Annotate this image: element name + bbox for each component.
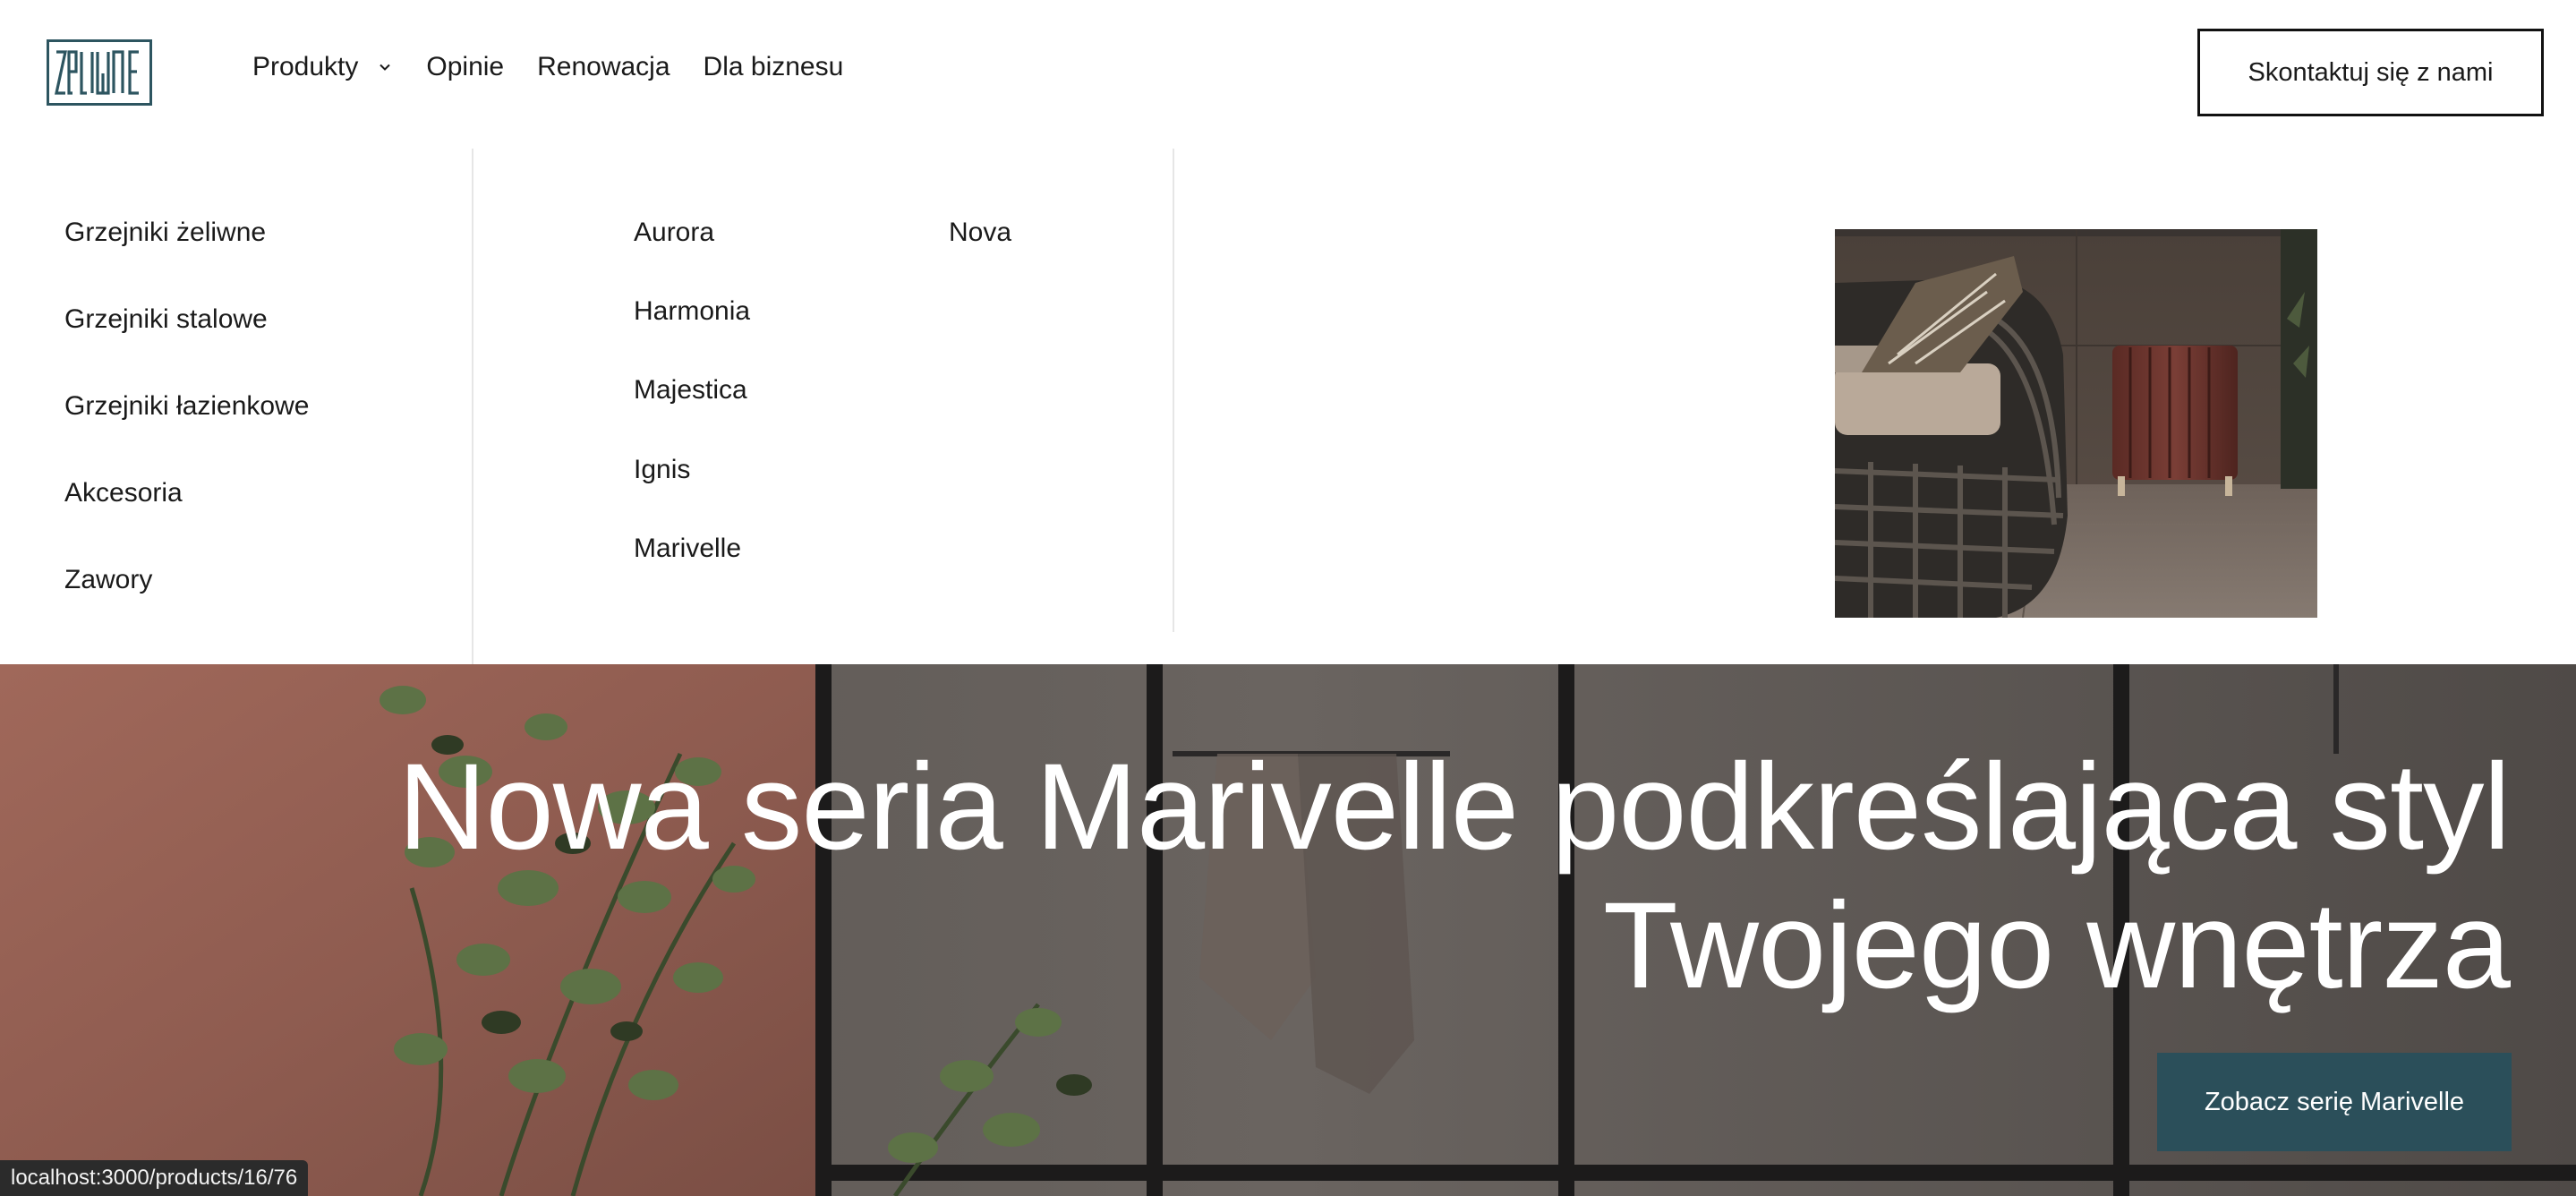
nav-products-label: Produkty xyxy=(252,52,359,81)
hero-banner: Nowa seria Marivelle podkreślająca styl … xyxy=(0,664,2576,1196)
site-header: Produkty Opinie Renowacja Dla biznesu Sk… xyxy=(0,0,2576,149)
divider xyxy=(1173,149,1174,632)
series-harmonia[interactable]: Harmonia xyxy=(634,294,750,329)
contact-button[interactable]: Skontaktuj się z nami xyxy=(2197,29,2544,116)
promo-image[interactable] xyxy=(1835,229,2317,618)
chevron-down-icon[interactable] xyxy=(378,60,392,74)
main-nav: Produkty Opinie Renowacja Dla biznesu xyxy=(252,52,843,82)
hero-title-line-1: Nowa seria Marivelle podkreślająca styl xyxy=(397,739,2511,876)
category-zawory[interactable]: Zawory xyxy=(64,562,309,649)
nav-renowacja[interactable]: Renowacja xyxy=(537,52,670,82)
category-grzejniki-lazienkowe[interactable]: Grzejniki łazienkowe xyxy=(64,389,309,475)
radiator-room-image xyxy=(1835,229,2317,618)
category-list: Grzejniki żeliwne Grzejniki stalowe Grze… xyxy=(64,215,309,649)
category-akcesoria[interactable]: Akcesoria xyxy=(64,475,309,562)
nav-products[interactable]: Produkty xyxy=(252,52,392,82)
series-nova[interactable]: Nova xyxy=(949,215,1011,251)
see-marivelle-button[interactable]: Zobacz serię Marivelle xyxy=(2157,1053,2512,1151)
nav-opinie[interactable]: Opinie xyxy=(426,52,504,82)
hero-title-line-2: Twojego wnętrza xyxy=(1602,877,2511,1014)
category-grzejniki-zeliwne[interactable]: Grzejniki żeliwne xyxy=(64,215,309,302)
products-mega-menu: Grzejniki żeliwne Grzejniki stalowe Grze… xyxy=(0,149,2576,664)
series-majestica[interactable]: Majestica xyxy=(634,372,747,408)
series-marivelle[interactable]: Marivelle xyxy=(634,531,741,567)
nav-opinie-label: Opinie xyxy=(426,52,505,81)
hero-title: Nowa seria Marivelle podkreślająca styl … xyxy=(272,738,2511,1015)
nav-dla-biznesu-label: Dla biznesu xyxy=(703,52,844,81)
link-preview-status: localhost:3000/products/16/76 xyxy=(0,1160,309,1196)
logo-mark-icon xyxy=(55,50,139,95)
nav-renowacja-label: Renowacja xyxy=(537,52,670,81)
category-grzejniki-stalowe[interactable]: Grzejniki stalowe xyxy=(64,302,309,389)
nav-dla-biznesu[interactable]: Dla biznesu xyxy=(704,52,844,82)
series-aurora[interactable]: Aurora xyxy=(634,215,714,251)
series-ignis[interactable]: Ignis xyxy=(634,452,690,488)
divider xyxy=(472,149,473,664)
logo[interactable] xyxy=(47,39,152,106)
